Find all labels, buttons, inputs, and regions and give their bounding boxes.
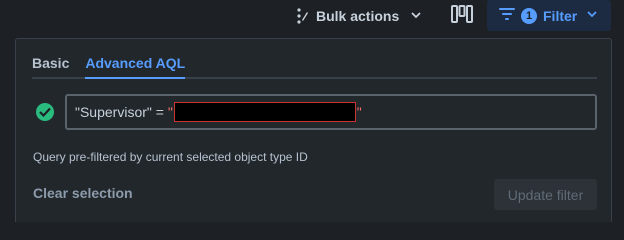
update-filter-button[interactable]: Update filter <box>494 179 597 210</box>
columns-icon <box>451 4 473 29</box>
query-prefix: "Supervisor" = <box>75 104 168 120</box>
open-quote: " <box>167 104 173 120</box>
filter-icon <box>499 7 515 24</box>
check-circle-icon <box>36 103 54 121</box>
kebab-icon <box>296 7 308 25</box>
filter-panel: Basic Advanced AQL "Supervisor" = " " Que… <box>15 38 612 222</box>
aql-query-input[interactable]: "Supervisor" = " " <box>65 94 597 130</box>
app-root: Bulk actions 1 Filter Basic Advanced AQL… <box>0 0 624 222</box>
chevron-down-icon <box>587 9 597 22</box>
clear-selection-button[interactable]: Clear selection <box>33 185 133 201</box>
filter-tabs: Basic Advanced AQL <box>32 51 597 79</box>
query-hint: Query pre-filtered by current selected o… <box>33 150 308 164</box>
redacted-value <box>173 102 356 122</box>
filter-label: Filter <box>543 7 578 24</box>
toolbar: Bulk actions 1 Filter <box>0 0 624 34</box>
filter-button[interactable]: 1 Filter <box>487 0 611 31</box>
tab-advanced-aql[interactable]: Advanced AQL <box>85 51 185 79</box>
tab-basic[interactable]: Basic <box>32 51 69 77</box>
chevron-down-icon <box>411 10 421 23</box>
bulk-actions-label: Bulk actions <box>316 8 400 24</box>
bulk-actions-button[interactable]: Bulk actions <box>296 2 421 30</box>
filter-count-badge: 1 <box>521 7 537 24</box>
close-quote: " <box>356 104 362 120</box>
columns-view-button[interactable] <box>446 2 478 30</box>
